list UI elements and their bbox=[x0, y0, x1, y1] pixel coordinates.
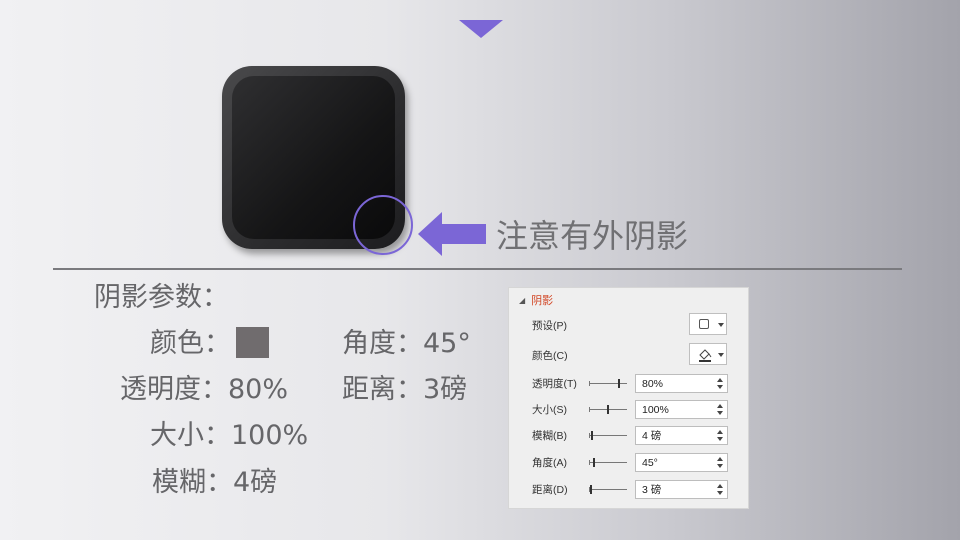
spin-up-icon[interactable] bbox=[717, 378, 723, 382]
spin-up-icon[interactable] bbox=[717, 430, 723, 434]
row-label: 角度(A) bbox=[532, 457, 567, 469]
params-angle: 角度：45° bbox=[342, 328, 471, 359]
slider-track[interactable] bbox=[589, 383, 627, 384]
chevron-down-icon bbox=[718, 353, 724, 357]
slider-thumb[interactable] bbox=[607, 405, 609, 414]
spin-up-icon[interactable] bbox=[717, 457, 723, 461]
params-size: 大小：100% bbox=[150, 420, 309, 451]
callout-text: 注意有外阴影 bbox=[496, 217, 689, 255]
triangle-down-icon bbox=[459, 20, 503, 38]
arrow-left-icon bbox=[418, 212, 486, 256]
value-spinner[interactable]: 3 磅 bbox=[635, 480, 728, 499]
chevron-down-icon bbox=[718, 323, 724, 327]
slider-track[interactable] bbox=[589, 489, 627, 490]
slider-tick bbox=[589, 407, 590, 412]
color-swatch bbox=[236, 327, 269, 358]
slider-tick bbox=[589, 433, 590, 438]
spinner-value[interactable]: 45° bbox=[642, 456, 658, 470]
value-spinner[interactable]: 4 磅 bbox=[635, 426, 728, 445]
spinner-value[interactable]: 4 磅 bbox=[642, 429, 661, 443]
divider bbox=[53, 268, 902, 270]
row-label: 距离(D) bbox=[532, 484, 568, 496]
spinner-value[interactable]: 3 磅 bbox=[642, 483, 661, 497]
params-distance: 距离：3磅 bbox=[342, 374, 468, 405]
value-spinner[interactable]: 100% bbox=[635, 400, 728, 419]
value-spinner[interactable]: 45° bbox=[635, 453, 728, 472]
spin-up-icon[interactable] bbox=[717, 404, 723, 408]
spin-down-icon[interactable] bbox=[717, 491, 723, 495]
spinner-value[interactable]: 100% bbox=[642, 403, 669, 417]
highlight-circle bbox=[353, 195, 413, 255]
paint-bucket-icon bbox=[699, 349, 712, 362]
collapse-triangle-icon[interactable]: ◢ bbox=[519, 296, 525, 305]
slider-thumb[interactable] bbox=[593, 458, 595, 467]
slider-thumb[interactable] bbox=[590, 485, 592, 494]
slider-thumb[interactable] bbox=[591, 431, 593, 440]
shadow-preset-icon bbox=[699, 319, 709, 329]
slider-tick bbox=[589, 460, 590, 465]
color-dropdown[interactable] bbox=[689, 343, 727, 365]
params-color-label: 颜色： bbox=[150, 328, 231, 359]
spin-down-icon[interactable] bbox=[717, 385, 723, 389]
spin-down-icon[interactable] bbox=[717, 411, 723, 415]
preset-label: 预设(P) bbox=[532, 320, 567, 332]
slider-tick bbox=[589, 381, 590, 386]
spin-up-icon[interactable] bbox=[717, 484, 723, 488]
row-label: 模糊(B) bbox=[532, 430, 567, 442]
shadow-format-panel: ◢ 阴影 预设(P) 颜色(C) 透明度(T) 80% 大小(S) 100% 模糊(B) 4… bbox=[508, 287, 749, 509]
row-label: 大小(S) bbox=[532, 404, 567, 416]
shadow-section-header[interactable]: ◢ 阴影 bbox=[519, 293, 553, 309]
params-heading: 阴影参数： bbox=[94, 282, 229, 313]
params-transparency: 透明度：80% bbox=[120, 374, 289, 405]
color-label: 颜色(C) bbox=[532, 350, 568, 362]
shadow-section-title: 阴影 bbox=[531, 295, 554, 307]
row-label: 透明度(T) bbox=[532, 378, 577, 390]
params-blur: 模糊：4磅 bbox=[152, 467, 278, 498]
spin-down-icon[interactable] bbox=[717, 464, 723, 468]
spin-down-icon[interactable] bbox=[717, 437, 723, 441]
value-spinner[interactable]: 80% bbox=[635, 374, 728, 393]
spinner-value[interactable]: 80% bbox=[642, 377, 663, 391]
slider-track[interactable] bbox=[589, 435, 627, 436]
slider-thumb[interactable] bbox=[618, 379, 620, 388]
preset-dropdown[interactable] bbox=[689, 313, 727, 335]
